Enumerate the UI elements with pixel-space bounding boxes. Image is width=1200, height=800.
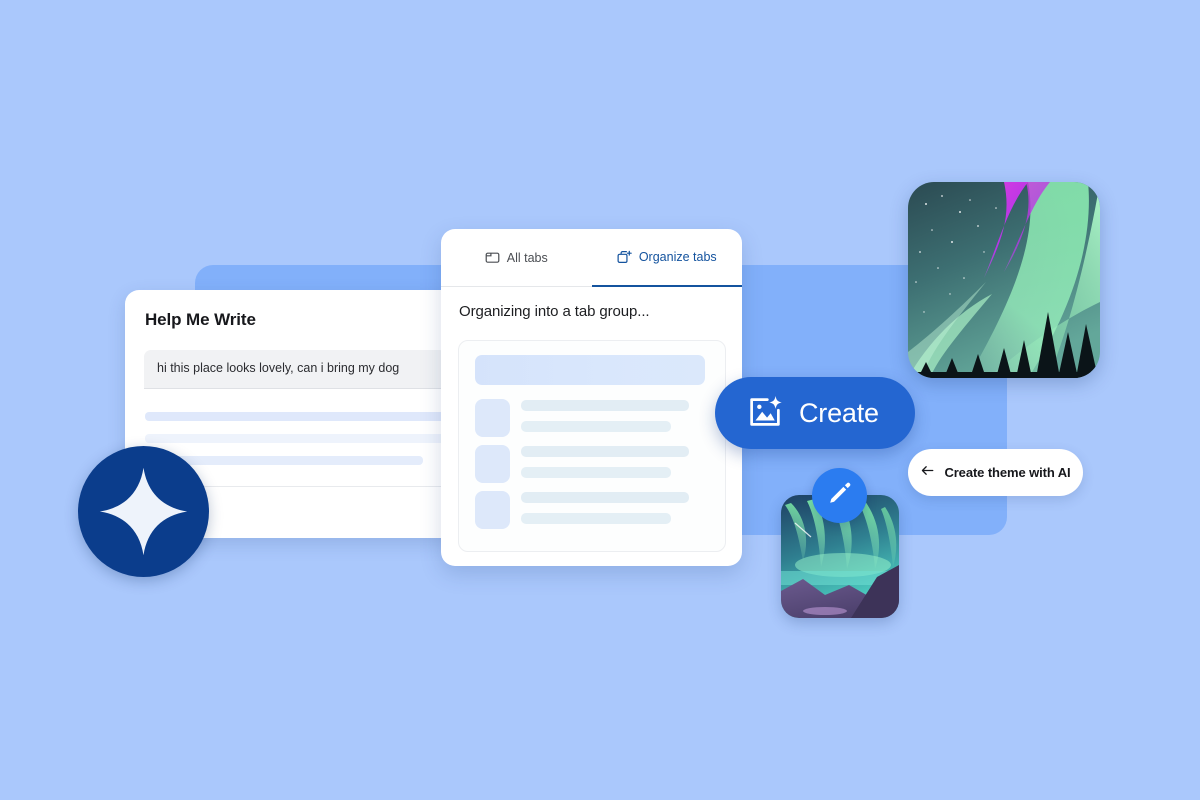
tab-all-tabs-label: All tabs	[506, 250, 548, 265]
skeleton-line	[521, 513, 671, 524]
tab-all-tabs[interactable]: All tabs	[441, 229, 592, 287]
tab-organize-tabs-label: Organize tabs	[638, 250, 717, 264]
tab-group-preview	[458, 340, 726, 552]
skeleton-line	[521, 421, 671, 432]
skeleton-line	[521, 492, 689, 503]
help-me-write-input-value: hi this place looks lovely, can i bring …	[157, 361, 400, 375]
skeleton-thumb	[475, 445, 510, 483]
screenshot-stage: Help Me Write hi this place looks lovely…	[0, 0, 1200, 800]
skeleton-line	[145, 412, 445, 421]
help-me-write-input[interactable]: hi this place looks lovely, can i bring …	[144, 350, 446, 389]
skeleton-line	[145, 434, 445, 443]
create-theme-with-ai-label: Create theme with AI	[944, 465, 1071, 480]
tab-organize-tabs[interactable]: Organize tabs	[591, 229, 742, 287]
skeleton-group-header	[475, 355, 705, 385]
skeleton-line	[521, 467, 671, 478]
help-me-write-title: Help Me Write	[145, 310, 256, 329]
create-theme-with-ai-chip[interactable]: Create theme with AI	[908, 449, 1083, 496]
organize-status-text: Organizing into a tab group...	[459, 303, 650, 320]
aurora-large-image	[908, 182, 1100, 378]
create-button[interactable]: Create	[715, 377, 915, 449]
organize-tabs-icon	[617, 250, 632, 265]
aurora-theme-large-thumbnail[interactable]	[908, 182, 1100, 378]
gemini-sparkle-badge[interactable]	[78, 446, 209, 577]
tab-bar: All tabs Organize tabs	[441, 229, 742, 289]
tab-organizer-card: All tabs Organize tabs Organizing into a…	[441, 229, 742, 566]
browser-tab-icon	[485, 250, 500, 265]
skeleton-line	[521, 400, 689, 411]
image-sparkle-icon	[747, 394, 783, 433]
skeleton-line	[521, 446, 689, 457]
skeleton-thumb	[475, 491, 510, 529]
edit-theme-button[interactable]	[812, 468, 867, 523]
pencil-edit-icon	[826, 479, 854, 512]
create-button-label: Create	[799, 397, 879, 428]
back-arrow-icon	[920, 463, 935, 483]
skeleton-thumb	[475, 399, 510, 437]
